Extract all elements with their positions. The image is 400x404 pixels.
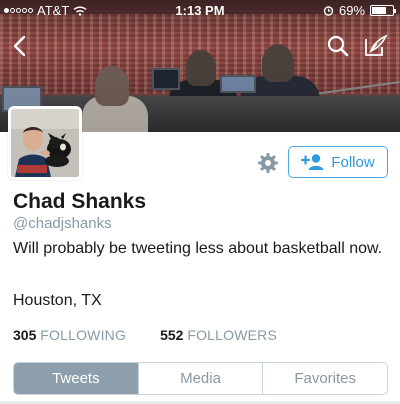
profile-location: Houston, TX [13,292,102,309]
gear-icon[interactable] [255,150,281,176]
profile-handle: @chadjshanks [13,215,112,232]
battery-icon [370,5,396,16]
profile-stats: 305 FOLLOWING 552 FOLLOWERS [13,327,277,343]
avatar-photo [11,109,79,177]
search-icon[interactable] [324,32,352,60]
following-label: FOLLOWING [40,327,127,343]
follow-button[interactable]: Follow [288,146,388,178]
status-right: 69% [323,3,396,18]
tab-favorites[interactable]: Favorites [262,363,387,394]
following-stat[interactable]: 305 FOLLOWING [13,327,126,343]
profile-bio: Will probably be tweeting less about bas… [13,240,383,257]
follow-label: Follow [331,153,375,171]
status-bar: AT&T 1:13 PM 69% [0,0,400,22]
battery-percent: 69% [338,3,365,18]
followers-label: FOLLOWERS [187,327,278,343]
tab-media[interactable]: Media [137,363,263,394]
battery-fill [372,7,386,14]
chevron-left-icon[interactable] [6,32,34,60]
followers-count: 552 [160,327,184,343]
followers-stat[interactable]: 552 FOLLOWERS [160,327,277,343]
alarm-icon [323,6,334,16]
tab-tweets[interactable]: Tweets [14,363,138,394]
compose-icon[interactable] [362,32,390,60]
profile-name: Chad Shanks [13,190,147,213]
following-count: 305 [13,327,37,343]
avatar[interactable] [8,106,82,180]
add-user-icon [301,154,324,170]
profile-tabs: Tweets Media Favorites [13,362,388,395]
